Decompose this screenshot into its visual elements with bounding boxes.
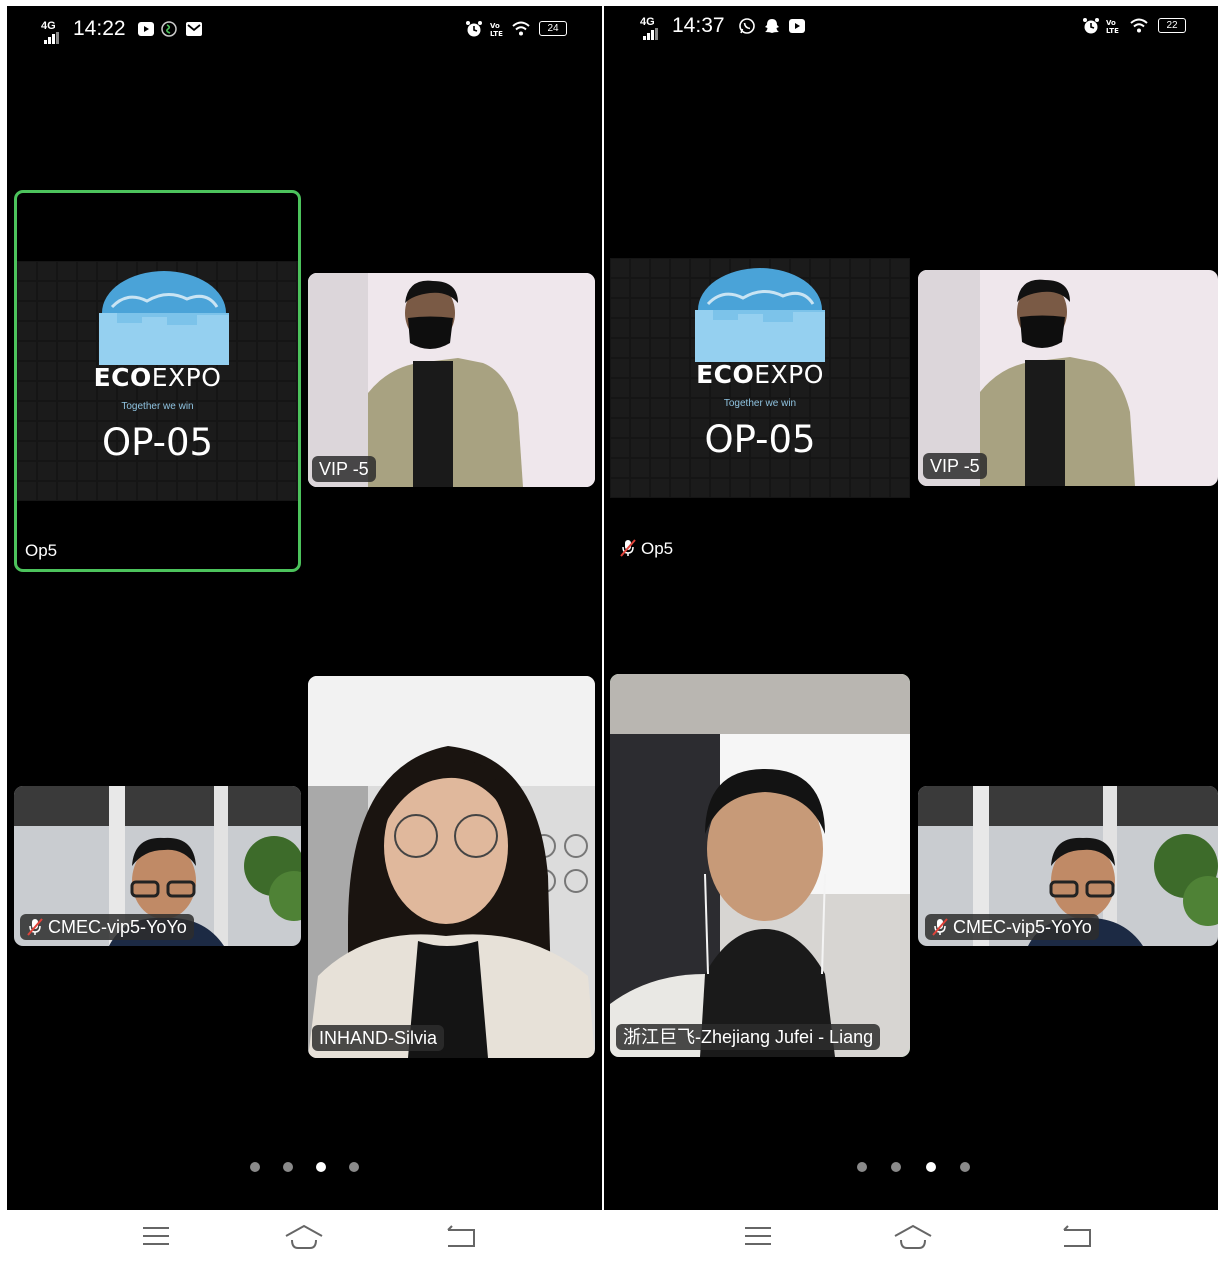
- page-dot-4[interactable]: [349, 1162, 359, 1172]
- alarm-icon: [1083, 18, 1099, 34]
- youtube-icon: [138, 22, 154, 36]
- shazam-icon: [161, 21, 177, 37]
- status-bar: 4G 14:22 Vo LTE 24: [7, 6, 602, 52]
- page-dot-1[interactable]: [857, 1162, 867, 1172]
- back-icon[interactable]: [446, 1224, 476, 1250]
- status-bar: 4G 14:37 Vo LTE 22: [604, 6, 1218, 52]
- page-dot-3-current[interactable]: [926, 1162, 936, 1172]
- battery-icon: 24: [539, 21, 567, 36]
- participant-name: VIP -5: [923, 453, 987, 479]
- participant-name: INHAND-Silvia: [312, 1025, 445, 1051]
- page-indicator: [250, 1162, 360, 1174]
- back-icon[interactable]: [1062, 1224, 1092, 1250]
- participant-tile-vip5[interactable]: VIP -5: [918, 270, 1218, 486]
- alarm-icon: [466, 21, 482, 37]
- signal-icon: 4G: [640, 16, 658, 40]
- status-time: 14:22: [73, 17, 126, 40]
- left-navigation-bar: [0, 1210, 602, 1261]
- participant-name-text: CMEC-vip5-YoYo: [48, 917, 187, 937]
- page-dot-2[interactable]: [283, 1162, 293, 1172]
- participant-tile-yoyo[interactable]: CMEC-vip5-YoYo: [14, 786, 301, 946]
- participant-tile-silvia[interactable]: INHAND-Silvia: [308, 676, 595, 1058]
- participant-name: VIP -5: [312, 456, 376, 482]
- signal-icon: 4G: [41, 20, 59, 44]
- signal-label: 4G: [41, 20, 56, 32]
- participant-name: Op5: [620, 538, 673, 560]
- mic-off-icon: [27, 918, 43, 936]
- wifi-icon: [1130, 18, 1148, 33]
- logo-code: OP-05: [101, 421, 214, 464]
- logo-brand-eco: ECO: [93, 363, 152, 392]
- participant-name-text: CMEC-vip5-YoYo: [953, 917, 1092, 937]
- gmail-icon: [186, 22, 202, 36]
- participant-name: CMEC-vip5-YoYo: [925, 914, 1099, 940]
- svg-text:LTE: LTE: [1106, 27, 1119, 35]
- logo-brand-eco: ECO: [696, 360, 755, 389]
- participant-tile-op5[interactable]: ECOEXPO Together we win OP-05 Op5: [610, 190, 910, 572]
- svg-text:Vo: Vo: [1106, 19, 1116, 27]
- svg-text:Vo: Vo: [490, 22, 500, 30]
- volte-icon: VoLTE: [490, 22, 503, 38]
- participant-name: Op5: [25, 541, 58, 560]
- svg-text:LTE: LTE: [490, 30, 503, 38]
- page-dot-2[interactable]: [891, 1162, 901, 1172]
- logo-brand-expo: EXPO: [754, 360, 824, 389]
- menu-icon[interactable]: [743, 1224, 773, 1248]
- home-icon[interactable]: [893, 1224, 933, 1250]
- op5-video-feed: ECOEXPO Together we win OP-05: [17, 261, 298, 501]
- left-phone-screen: 4G 14:22 Vo LTE 24 ECOEXPO Together we w…: [7, 6, 602, 1210]
- battery-level: 22: [1166, 20, 1178, 31]
- wifi-icon: [512, 21, 530, 36]
- mic-off-icon: [932, 918, 948, 936]
- menu-icon[interactable]: [141, 1224, 171, 1248]
- battery-icon: 22: [1158, 18, 1186, 33]
- participant-name: 浙江巨飞-Zhejiang Jufei - Liang: [616, 1024, 881, 1050]
- volte-icon: VoLTE: [1106, 19, 1119, 35]
- youtube-icon: [789, 19, 805, 33]
- logo-tagline: Together we win: [121, 401, 194, 412]
- silvia-video-feed: [308, 676, 595, 1058]
- participant-tile-op5[interactable]: ECOEXPO Together we win OP-05 Op5: [14, 190, 301, 572]
- page-indicator: [857, 1162, 970, 1174]
- home-icon[interactable]: [284, 1224, 324, 1250]
- participant-tile-vip5[interactable]: VIP -5: [308, 273, 595, 487]
- participant-tile-liang[interactable]: 浙江巨飞-Zhejiang Jufei - Liang: [610, 674, 910, 1057]
- battery-level: 24: [547, 23, 559, 34]
- mic-off-icon: [620, 539, 636, 557]
- page-dot-4[interactable]: [960, 1162, 970, 1172]
- right-navigation-bar: [602, 1210, 1218, 1261]
- logo-brand-expo: EXPO: [151, 363, 222, 392]
- right-phone-screen: 4G 14:37 Vo LTE 22 ECOEXPO Together we w…: [604, 6, 1218, 1210]
- vip5-video-feed: [308, 273, 595, 487]
- participant-tile-yoyo[interactable]: CMEC-vip5-YoYo: [918, 786, 1218, 946]
- logo-tagline: Together we win: [723, 398, 797, 409]
- op5-video-feed: ECOEXPO Together we win OP-05: [610, 258, 910, 498]
- snapchat-icon: [765, 19, 779, 33]
- participant-name-text: Op5: [641, 539, 674, 558]
- page-dot-3-current[interactable]: [316, 1162, 326, 1172]
- logo-code: OP-05: [704, 418, 816, 461]
- participant-name: CMEC-vip5-YoYo: [20, 914, 194, 940]
- signal-label: 4G: [640, 16, 655, 28]
- page-dot-1[interactable]: [250, 1162, 260, 1172]
- liang-video-feed: [610, 674, 910, 1057]
- status-time: 14:37: [672, 14, 725, 37]
- whatsapp-icon: [739, 18, 755, 34]
